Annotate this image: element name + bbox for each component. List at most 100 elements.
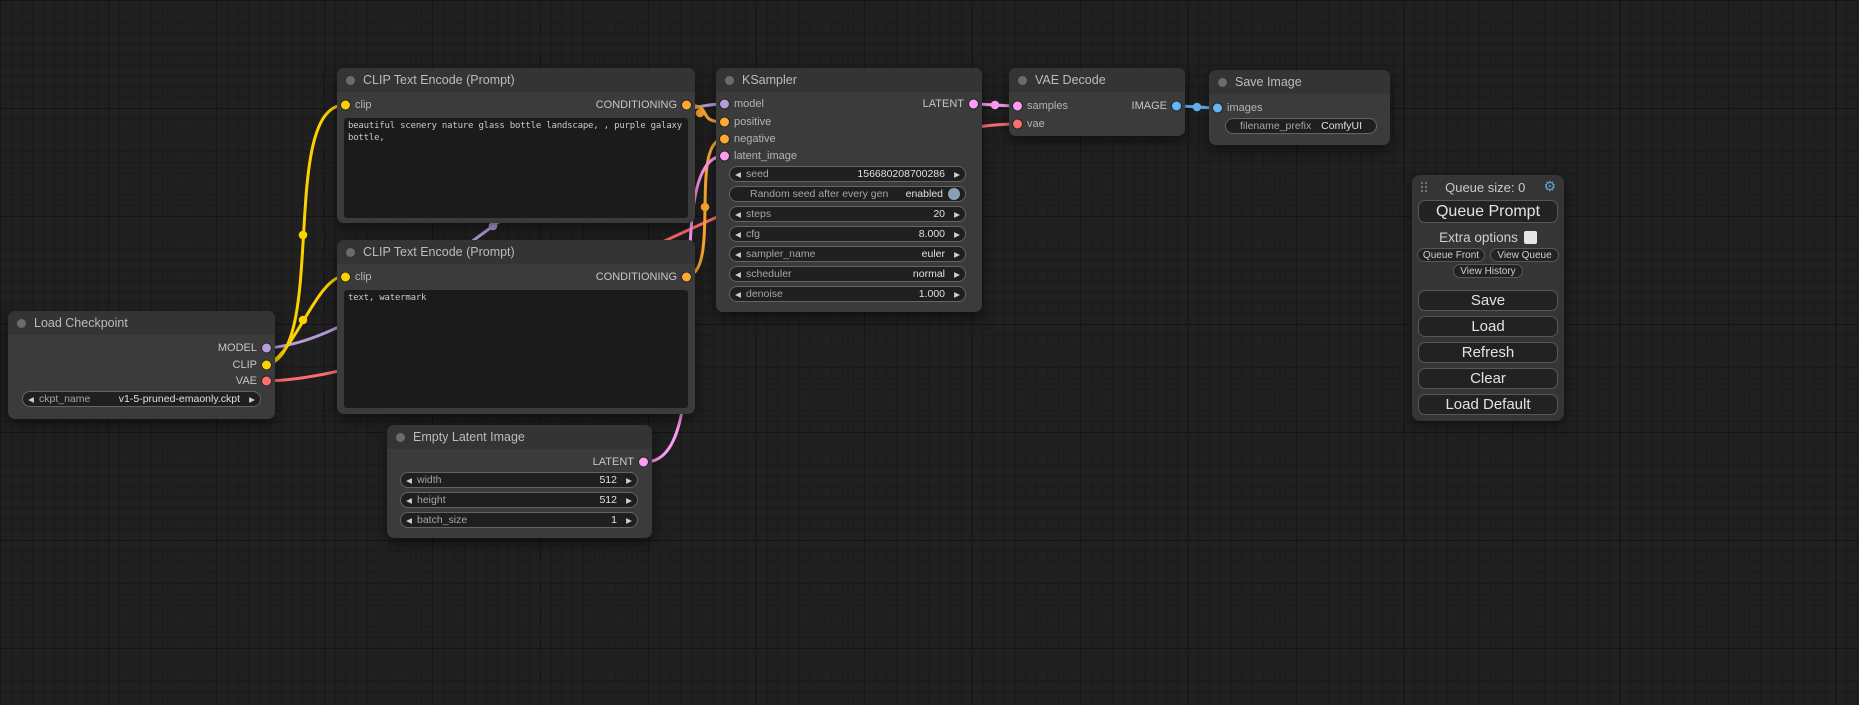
toggle-knob-icon[interactable]: [948, 188, 960, 200]
increment-arrow-icon[interactable]: ▶: [949, 290, 965, 299]
node-title-bar[interactable]: Save Image: [1209, 70, 1390, 94]
widget-seed[interactable]: ◀ seed 156680208700286 ▶: [729, 166, 966, 182]
widget-random-seed-toggle[interactable]: Random seed after every gen enabled: [729, 186, 966, 202]
queue-prompt-button[interactable]: Queue Prompt: [1418, 200, 1558, 223]
decrement-arrow-icon[interactable]: ◀: [401, 496, 417, 505]
input-socket-vae[interactable]: [1013, 120, 1022, 129]
node-title-bar[interactable]: CLIP Text Encode (Prompt): [337, 68, 695, 92]
queue-front-button[interactable]: Queue Front: [1417, 248, 1485, 262]
widget-value: 1: [611, 514, 617, 526]
widget-value: 20: [933, 208, 945, 220]
increment-arrow-icon[interactable]: ▶: [621, 476, 637, 485]
increment-arrow-icon[interactable]: ▶: [949, 210, 965, 219]
widget-value: 512: [599, 494, 617, 506]
node-load-checkpoint[interactable]: Load Checkpoint MODEL CLIP VAE ◀ ckpt_na…: [8, 311, 275, 419]
collapse-dot-icon[interactable]: [725, 76, 734, 85]
increment-arrow-icon[interactable]: ▶: [949, 250, 965, 259]
extra-options-label: Extra options: [1439, 230, 1518, 245]
input-socket-clip[interactable]: [341, 273, 350, 282]
decrement-arrow-icon[interactable]: ◀: [23, 395, 39, 404]
save-button[interactable]: Save: [1418, 290, 1558, 311]
widget-ckpt-name[interactable]: ◀ ckpt_name v1-5-pruned-emaonly.ckpt ▶: [22, 391, 261, 407]
node-save-image[interactable]: Save Image images filename_prefix ComfyU…: [1209, 70, 1390, 145]
widget-steps[interactable]: ◀ steps 20 ▶: [729, 206, 966, 222]
input-socket-clip[interactable]: [341, 101, 350, 110]
comfyui-canvas[interactable]: { "colors":{ "model":"#B39DDB","clip":"#…: [0, 0, 1859, 705]
decrement-arrow-icon[interactable]: ◀: [730, 290, 746, 299]
decrement-arrow-icon[interactable]: ◀: [730, 230, 746, 239]
input-socket-positive[interactable]: [720, 118, 729, 127]
view-history-button[interactable]: View History: [1453, 264, 1523, 278]
increment-arrow-icon[interactable]: ▶: [949, 230, 965, 239]
increment-arrow-icon[interactable]: ▶: [621, 516, 637, 525]
output-socket-conditioning[interactable]: [682, 101, 691, 110]
node-clip-text-encode-negative[interactable]: CLIP Text Encode (Prompt) clip CONDITION…: [337, 240, 695, 414]
output-label-clip: CLIP: [233, 359, 257, 371]
refresh-button[interactable]: Refresh: [1418, 342, 1558, 363]
node-title-bar[interactable]: CLIP Text Encode (Prompt): [337, 240, 695, 264]
decrement-arrow-icon[interactable]: ◀: [730, 270, 746, 279]
input-socket-negative[interactable]: [720, 135, 729, 144]
collapse-dot-icon[interactable]: [396, 433, 405, 442]
output-socket-latent[interactable]: [639, 458, 648, 467]
widget-width[interactable]: ◀ width 512 ▶: [400, 472, 638, 488]
widget-cfg[interactable]: ◀ cfg 8.000 ▶: [729, 226, 966, 242]
widget-height[interactable]: ◀ height 512 ▶: [400, 492, 638, 508]
node-title-bar[interactable]: Empty Latent Image: [387, 425, 652, 449]
decrement-arrow-icon[interactable]: ◀: [401, 476, 417, 485]
collapse-dot-icon[interactable]: [346, 248, 355, 257]
output-socket-image[interactable]: [1172, 102, 1181, 111]
input-socket-latent-image[interactable]: [720, 152, 729, 161]
settings-gear-icon[interactable]: ⚙: [1543, 180, 1556, 194]
node-title-bar[interactable]: Load Checkpoint: [8, 311, 275, 335]
clear-button[interactable]: Clear: [1418, 368, 1558, 389]
widget-value: 512: [599, 474, 617, 486]
output-socket-vae[interactable]: [262, 377, 271, 386]
collapse-dot-icon[interactable]: [1018, 76, 1027, 85]
collapse-dot-icon[interactable]: [17, 319, 26, 328]
widget-label: width: [417, 474, 442, 486]
decrement-arrow-icon[interactable]: ◀: [401, 516, 417, 525]
node-title-bar[interactable]: KSampler: [716, 68, 982, 92]
view-queue-button[interactable]: View Queue: [1490, 248, 1559, 262]
widget-denoise[interactable]: ◀ denoise 1.000 ▶: [729, 286, 966, 302]
extra-options-checkbox[interactable]: [1524, 231, 1537, 244]
input-label-vae: vae: [1027, 118, 1045, 130]
increment-arrow-icon[interactable]: ▶: [949, 270, 965, 279]
input-socket-model[interactable]: [720, 100, 729, 109]
increment-arrow-icon[interactable]: ▶: [244, 395, 260, 404]
decrement-arrow-icon[interactable]: ◀: [730, 250, 746, 259]
node-title-bar[interactable]: VAE Decode: [1009, 68, 1185, 92]
prompt-textarea[interactable]: text, watermark: [344, 290, 688, 408]
node-empty-latent-image[interactable]: Empty Latent Image LATENT ◀ width 512 ▶ …: [387, 425, 652, 538]
queue-panel: Queue size: 0 ⚙ Queue Prompt Extra optio…: [1412, 175, 1564, 421]
node-ksampler[interactable]: KSampler model LATENT positive negative …: [716, 68, 982, 312]
node-clip-text-encode-positive[interactable]: CLIP Text Encode (Prompt) clip CONDITION…: [337, 68, 695, 223]
output-socket-conditioning[interactable]: [682, 273, 691, 282]
decrement-arrow-icon[interactable]: ◀: [730, 170, 746, 179]
input-socket-images[interactable]: [1213, 104, 1222, 113]
decrement-arrow-icon[interactable]: ◀: [730, 210, 746, 219]
widget-value: ComfyUI: [1321, 120, 1362, 132]
output-socket-clip[interactable]: [262, 361, 271, 370]
input-socket-samples[interactable]: [1013, 102, 1022, 111]
drag-handle-icon[interactable]: [1421, 182, 1427, 192]
prompt-textarea[interactable]: beautiful scenery nature glass bottle la…: [344, 118, 688, 218]
increment-arrow-icon[interactable]: ▶: [949, 170, 965, 179]
widget-filename-prefix[interactable]: filename_prefix ComfyUI: [1225, 118, 1377, 134]
widget-scheduler[interactable]: ◀ scheduler normal ▶: [729, 266, 966, 282]
widget-value: 156680208700286: [857, 168, 945, 180]
input-label-positive: positive: [734, 116, 771, 128]
load-button[interactable]: Load: [1418, 316, 1558, 337]
widget-label: cfg: [746, 228, 760, 240]
widget-label: batch_size: [417, 514, 467, 526]
node-vae-decode[interactable]: VAE Decode samples IMAGE vae: [1009, 68, 1185, 136]
widget-batch-size[interactable]: ◀ batch_size 1 ▶: [400, 512, 638, 528]
output-socket-model[interactable]: [262, 344, 271, 353]
widget-sampler-name[interactable]: ◀ sampler_name euler ▶: [729, 246, 966, 262]
collapse-dot-icon[interactable]: [346, 76, 355, 85]
collapse-dot-icon[interactable]: [1218, 78, 1227, 87]
increment-arrow-icon[interactable]: ▶: [621, 496, 637, 505]
load-default-button[interactable]: Load Default: [1418, 394, 1558, 415]
output-socket-latent[interactable]: [969, 100, 978, 109]
